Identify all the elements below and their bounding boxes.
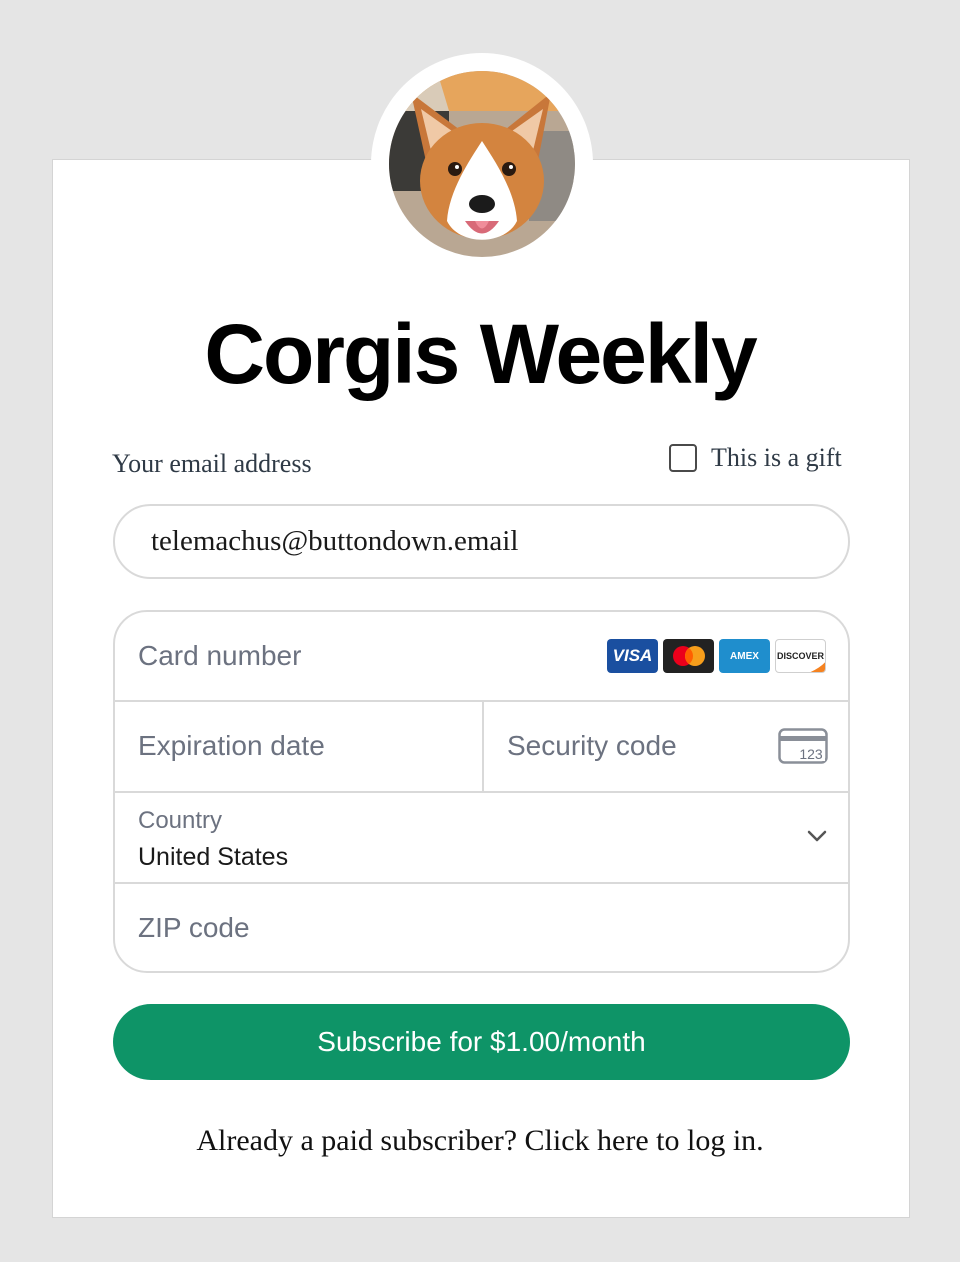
corgi-photo xyxy=(389,71,575,257)
email-field[interactable]: telemachus@buttondown.email xyxy=(113,504,850,579)
payment-fields: Card number VISA AMEX DISCOVER Expiratio… xyxy=(113,610,850,973)
login-link[interactable]: Already a paid subscriber? Click here to… xyxy=(0,1124,960,1158)
card-brands: VISA AMEX DISCOVER xyxy=(607,639,826,673)
avatar xyxy=(389,71,575,257)
cvc-icon-text: 123 xyxy=(799,746,823,762)
mastercard-icon xyxy=(663,639,714,673)
country-value: United States xyxy=(138,843,289,871)
expiry-security-row: Expiration date Security code 123 xyxy=(115,702,848,793)
gift-label: This is a gift xyxy=(711,443,842,472)
zip-code-field[interactable]: ZIP code xyxy=(115,884,848,971)
country-select[interactable]: Country United States xyxy=(115,793,848,884)
amex-icon: AMEX xyxy=(719,639,770,673)
country-label: Country xyxy=(138,807,223,834)
gift-checkbox[interactable]: This is a gift xyxy=(669,443,842,473)
newsletter-title: Corgis Weekly xyxy=(204,307,757,401)
security-code-field[interactable]: Security code 123 xyxy=(484,702,848,791)
cvc-card-icon: 123 xyxy=(778,728,828,764)
zip-placeholder: ZIP code xyxy=(138,912,250,943)
chevron-down-icon xyxy=(807,830,827,842)
security-placeholder: Security code xyxy=(507,730,677,761)
expiration-placeholder: Expiration date xyxy=(138,730,325,761)
checkbox-icon[interactable] xyxy=(669,444,697,472)
card-number-placeholder: Card number xyxy=(138,640,302,671)
email-label: Your email address xyxy=(112,449,312,478)
subscribe-button[interactable]: Subscribe for $1.00/month xyxy=(113,1004,850,1080)
expiration-field[interactable]: Expiration date xyxy=(115,702,484,791)
discover-icon: DISCOVER xyxy=(775,639,826,673)
visa-icon: VISA xyxy=(607,639,658,673)
card-number-field[interactable]: Card number VISA AMEX DISCOVER xyxy=(115,612,848,702)
